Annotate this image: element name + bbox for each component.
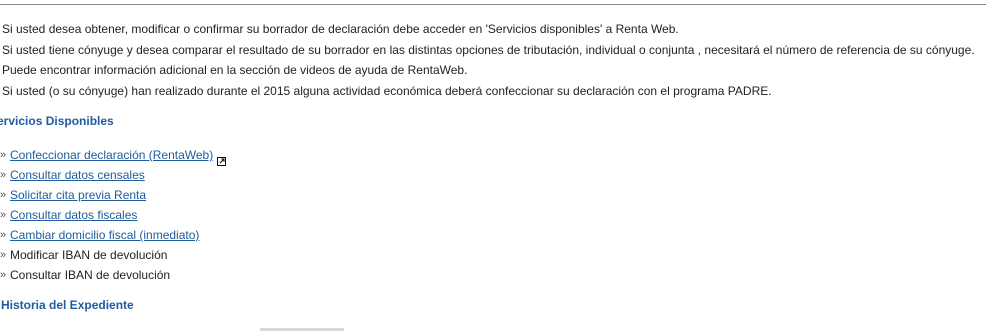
bullet-icon: »	[0, 169, 7, 181]
bullet-icon: »	[0, 229, 7, 241]
link-consultar-datos-censales[interactable]: Consultar datos censales	[10, 165, 145, 185]
bullet-icon: »	[0, 189, 7, 201]
link-consultar-datos-fiscales[interactable]: Consultar datos fiscales	[10, 205, 137, 225]
list-item-modificar-iban: » Modificar IBAN de devolución	[0, 245, 226, 265]
services-list: » Confeccionar declaración (RentaWeb) » …	[0, 145, 227, 285]
bullet-icon: »	[0, 269, 7, 281]
intro-text-block: Si usted desea obtener, modificar o conf…	[2, 19, 986, 101]
link-cambiar-domicilio-fiscal[interactable]: Cambiar domicilio fiscal (inmediato)	[10, 225, 199, 245]
history-section-title: Historia del Expediente	[1, 298, 134, 312]
list-item-confeccionar: » Confeccionar declaración (RentaWeb)	[0, 145, 227, 166]
bullet-icon: »	[0, 209, 7, 221]
intro-line-conyuge: Si usted tiene cónyuge y desea comparar …	[2, 42, 975, 57]
intro-line-borrador: Si usted desea obtener, modificar o conf…	[2, 22, 679, 36]
intro-line-videos: Puede encontrar información adicional en…	[2, 63, 468, 77]
list-item-cita-previa: » Solicitar cita previa Renta	[0, 185, 226, 205]
link-confeccionar-declaracion[interactable]: Confeccionar declaración (RentaWeb)	[10, 145, 213, 165]
top-divider	[0, 4, 986, 5]
bullet-icon: »	[0, 249, 7, 261]
list-item-consultar-iban: » Consultar IBAN de devolución	[0, 265, 226, 285]
bullet-icon: »	[0, 149, 7, 161]
list-item-domicilio-fiscal: » Cambiar domicilio fiscal (inmediato)	[0, 225, 226, 245]
services-section-title: ervicios Disponibles	[0, 114, 114, 128]
text-modificar-iban: Modificar IBAN de devolución	[10, 248, 168, 262]
list-item-datos-censales: » Consultar datos censales	[0, 165, 226, 185]
external-link-icon[interactable]	[217, 152, 227, 166]
text-consultar-iban: Consultar IBAN de devolución	[10, 268, 171, 282]
link-solicitar-cita-previa[interactable]: Solicitar cita previa Renta	[10, 185, 146, 205]
list-item-datos-fiscales: » Consultar datos fiscales	[0, 205, 226, 225]
intro-line-padre: Si usted (o su cónyuge) han realizado du…	[2, 83, 772, 98]
